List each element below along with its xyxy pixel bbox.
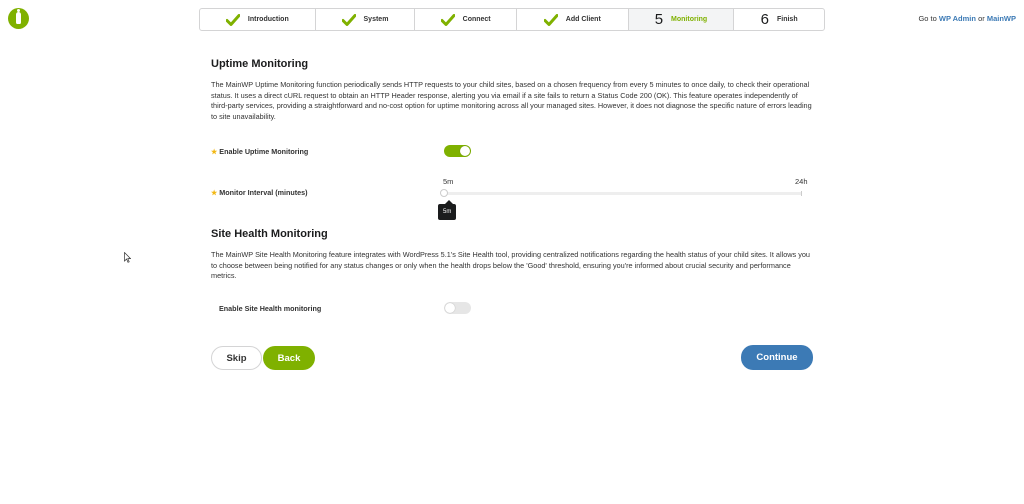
step-label: Add Client (565, 16, 601, 23)
step-label: Connect (462, 16, 491, 23)
step-add-client[interactable]: Add Client (517, 9, 629, 30)
required-star-icon: ★ (211, 190, 218, 197)
mouse-cursor-icon (124, 252, 131, 263)
check-icon (543, 13, 558, 26)
slider-end-tick (801, 191, 802, 196)
step-label: Finish (776, 16, 798, 23)
enable-site-health-toggle[interactable] (444, 302, 471, 314)
site-health-description: The MainWP Site Health Monitoring featur… (211, 250, 810, 280)
enable-site-health-label: Enable Site Health monitoring (219, 304, 322, 313)
continue-button[interactable]: Continue (741, 345, 813, 370)
interval-value-tooltip: 5m (438, 200, 457, 220)
skip-button[interactable]: Skip (211, 346, 262, 370)
check-icon (341, 13, 356, 26)
interval-min-label: 5m (443, 177, 454, 186)
step-introduction[interactable]: Introduction (200, 9, 316, 30)
step-label: Monitoring (671, 16, 708, 23)
header-links: Go to WP Admin or MainWP (918, 14, 1016, 23)
check-icon (225, 13, 240, 26)
site-health-section: Site Health Monitoring The MainWP Site H… (211, 228, 813, 282)
monitor-interval-slider[interactable] (444, 192, 802, 195)
wp-admin-link[interactable]: WP Admin (939, 14, 976, 23)
step-number: 5 (654, 11, 664, 28)
wizard-content: Uptime Monitoring The MainWP Uptime Moni… (211, 58, 813, 122)
required-star-icon: ★ (211, 149, 218, 156)
step-label: System (363, 16, 389, 23)
step-connect[interactable]: Connect (415, 9, 517, 30)
header-links-or: or (978, 14, 985, 23)
step-monitoring[interactable]: 5 Monitoring (628, 9, 735, 30)
step-system[interactable]: System (316, 9, 416, 30)
step-finish[interactable]: 6 Finish (734, 9, 824, 30)
enable-uptime-toggle[interactable] (444, 145, 471, 157)
setup-wizard-steps: Introduction System Connect Add Client 5… (199, 8, 825, 31)
header-links-prefix: Go to (918, 14, 937, 23)
enable-uptime-label: ★ Enable Uptime Monitoring (211, 147, 309, 156)
interval-max-label: 24h (795, 177, 808, 186)
uptime-monitoring-description: The MainWP Uptime Monitoring function pe… (211, 80, 812, 121)
back-button[interactable]: Back (263, 346, 315, 370)
mainwp-logo[interactable] (8, 8, 29, 29)
mainwp-link[interactable]: MainWP (987, 14, 1016, 23)
step-number: 6 (760, 11, 769, 28)
monitor-interval-label: ★ Monitor Interval (minutes) (211, 188, 308, 197)
check-icon (440, 13, 455, 26)
uptime-monitoring-title: Uptime Monitoring (211, 58, 309, 70)
monitor-interval-handle[interactable] (440, 189, 448, 197)
site-health-title: Site Health Monitoring (211, 228, 328, 240)
step-label: Introduction (247, 16, 289, 23)
